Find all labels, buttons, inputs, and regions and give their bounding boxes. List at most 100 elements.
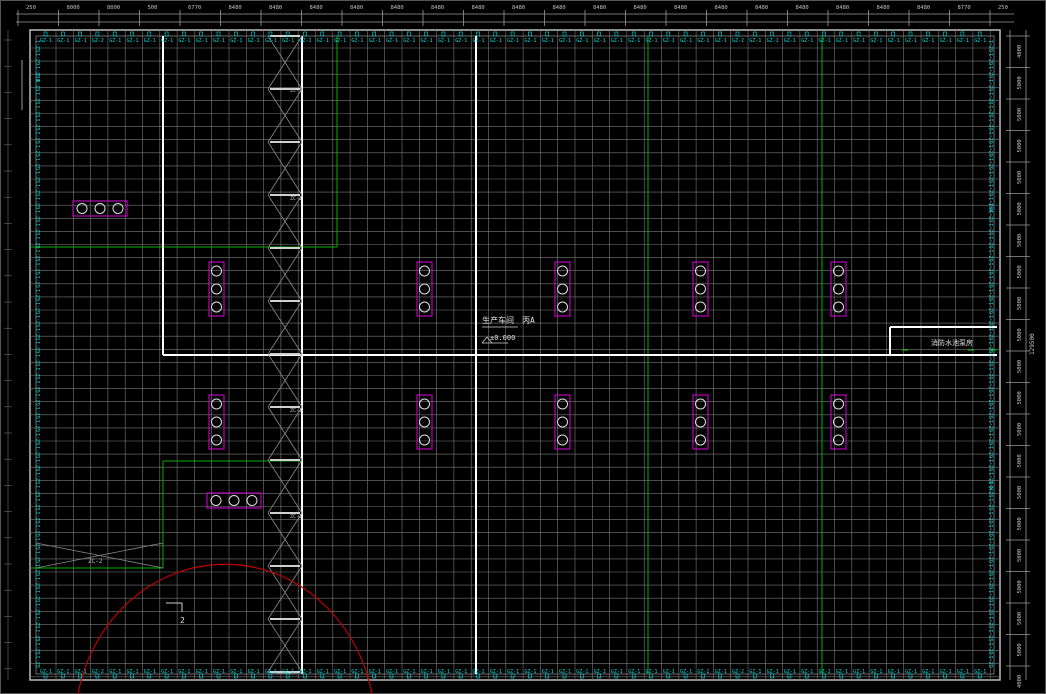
column-label-top: GZ-1 <box>905 38 917 44</box>
column-label-top: GZ-1 <box>836 38 848 44</box>
column-label-top: GZ-1 <box>438 38 450 44</box>
grid-layer <box>0 0 1046 694</box>
dimension-value-right: 5000 <box>1017 423 1023 436</box>
column-label-right: GZ-1 <box>989 40 995 52</box>
column-label-top: GZ-1 <box>421 38 433 44</box>
dimension-value-top: 8770 <box>958 5 971 11</box>
column-label-left: GZ-1 <box>36 315 42 327</box>
column-marker-top <box>770 31 774 37</box>
column-label-left: GZ-1 <box>36 171 42 183</box>
column-label-right: GZ-1 <box>989 184 995 196</box>
column-marker-top <box>839 31 844 37</box>
column-label-top: GZ-1 <box>455 38 467 44</box>
column-label-top: GZ-1 <box>888 38 900 44</box>
dimension-value-top: 8480 <box>593 5 606 11</box>
column-label-right: GZ-1 <box>989 145 995 157</box>
column-marker-top <box>441 31 446 37</box>
column-label-top: GZ-1 <box>974 38 986 44</box>
column-marker-top <box>164 31 169 37</box>
equipment-circle <box>557 283 568 295</box>
column-label-left: GZ-1 <box>36 590 42 602</box>
column-label-top: GZ-1 <box>853 38 865 44</box>
column-marker-top <box>476 31 480 37</box>
dimension-value-right: 5000 <box>1017 139 1023 152</box>
column-label-left: GZ-1 <box>36 407 42 419</box>
equipment-circle <box>557 301 568 313</box>
dimension-value-right: 5000 <box>1017 549 1023 562</box>
column-marker-top <box>943 31 947 37</box>
column-label-top: GZ-1 <box>922 38 934 44</box>
equipment-circle <box>695 283 706 295</box>
column-label-top: GZ-1 <box>559 38 571 44</box>
dimension-value-right: 5000 <box>1017 171 1023 184</box>
column-label-right: GZ-1 <box>989 158 995 170</box>
column-label-right: GZ-1 <box>989 656 995 668</box>
column-label-top: GZ-1 <box>403 38 415 44</box>
column-label-top: GZ-1 <box>870 38 882 44</box>
column-label-right: GZ-1 <box>989 512 995 524</box>
column-label-right: GZ-1 <box>989 551 995 563</box>
equipment-circle <box>211 416 222 428</box>
column-label-left: GZ-1 <box>36 394 42 406</box>
dimension-value-top: 8480 <box>310 5 323 11</box>
dimension-value-top: 8480 <box>472 5 485 11</box>
column-label-left: GZ-1 <box>36 223 42 235</box>
column-label-right: GZ-1 <box>989 643 995 655</box>
column-label-right: GZ-1 <box>989 236 995 248</box>
column-label-top: GZ-2 <box>732 38 744 44</box>
column-label-right: GZ-1 <box>989 459 995 471</box>
column-label-left: GZ-1 <box>36 498 42 510</box>
column-label-right: GZ-1 <box>989 79 995 91</box>
column-label-top: GZ-1 <box>473 38 485 44</box>
equipment-circle <box>695 398 706 410</box>
cad-viewport[interactable]: ZC-1 ZC-1 ZC-1 ZC-1 GZ-1 GZ-1 GZ-1 GZ-1 GZ-1 GZ-1… <box>0 0 1046 694</box>
column-label-left: GZ-1 <box>36 197 42 209</box>
equipment-circle <box>211 301 222 313</box>
column-label-left: GZ-1 <box>36 472 42 484</box>
column-label-top: GZ-1 <box>715 38 727 44</box>
column-marker-top <box>891 31 896 37</box>
column-marker-top <box>649 31 653 37</box>
column-label-right: GZ-1 <box>989 433 995 445</box>
column-label-right: GZ-1 <box>989 629 995 641</box>
dimension-value-right: 5000 <box>1017 517 1023 530</box>
column-label-right: GZ-1 <box>989 276 995 288</box>
dimension-value-top: 8480 <box>350 5 363 11</box>
column-label-left: GZ-1 <box>36 459 42 471</box>
column-marker-top <box>718 31 723 37</box>
column-marker-top <box>666 31 671 37</box>
column-label-right: GZ-1 <box>989 171 995 183</box>
column-label-left: GZ-1 <box>36 276 42 288</box>
floor-plan-drawing[interactable]: ZC-1ZC-1ZC-1ZC-1GZ-1GZ-1GZ-1GZ-1GZ-1GZ-1… <box>0 0 1046 694</box>
column-marker-top <box>303 31 307 37</box>
column-marker-top <box>977 31 982 37</box>
column-marker-top <box>251 31 255 37</box>
equipment-group <box>416 261 433 317</box>
dimension-value-top: 8480 <box>229 5 242 11</box>
column-label-left: GZ-1 <box>36 302 42 314</box>
equipment-circle <box>419 301 430 313</box>
column-label-left: GZ-1 <box>36 551 42 563</box>
column-label-top: GZ-1 <box>680 38 692 44</box>
column-label-top: GZ-1 <box>490 38 502 44</box>
column-label-top: GZ-1 <box>213 38 225 44</box>
dimension-value-right: 5000 <box>1017 360 1023 373</box>
column-label-top: GZ-1 <box>282 38 294 44</box>
column-label-left: GZ-1 <box>36 420 42 432</box>
column-label-top: GZ-1 <box>75 38 87 44</box>
column-marker-top <box>458 31 463 37</box>
column-label-left: GZ-1 <box>36 236 42 248</box>
column-label-top: GZ-1 <box>161 38 173 44</box>
equipment-circle <box>695 301 706 313</box>
room-class-label: 丙A <box>522 316 535 325</box>
side-label-right: W-1 <box>989 481 995 490</box>
dimension-value-right: 5000 <box>1017 108 1023 121</box>
equipment-circle <box>228 495 240 506</box>
column-label-top: GZ-1 <box>265 38 277 44</box>
column-label-top: GZ-1 <box>196 38 208 44</box>
equipment-circle <box>211 398 222 410</box>
column-label-top: GZ-1 <box>957 38 969 44</box>
equipment-circle <box>833 434 844 446</box>
equipment-group <box>72 200 128 217</box>
column-marker-top <box>389 31 394 37</box>
